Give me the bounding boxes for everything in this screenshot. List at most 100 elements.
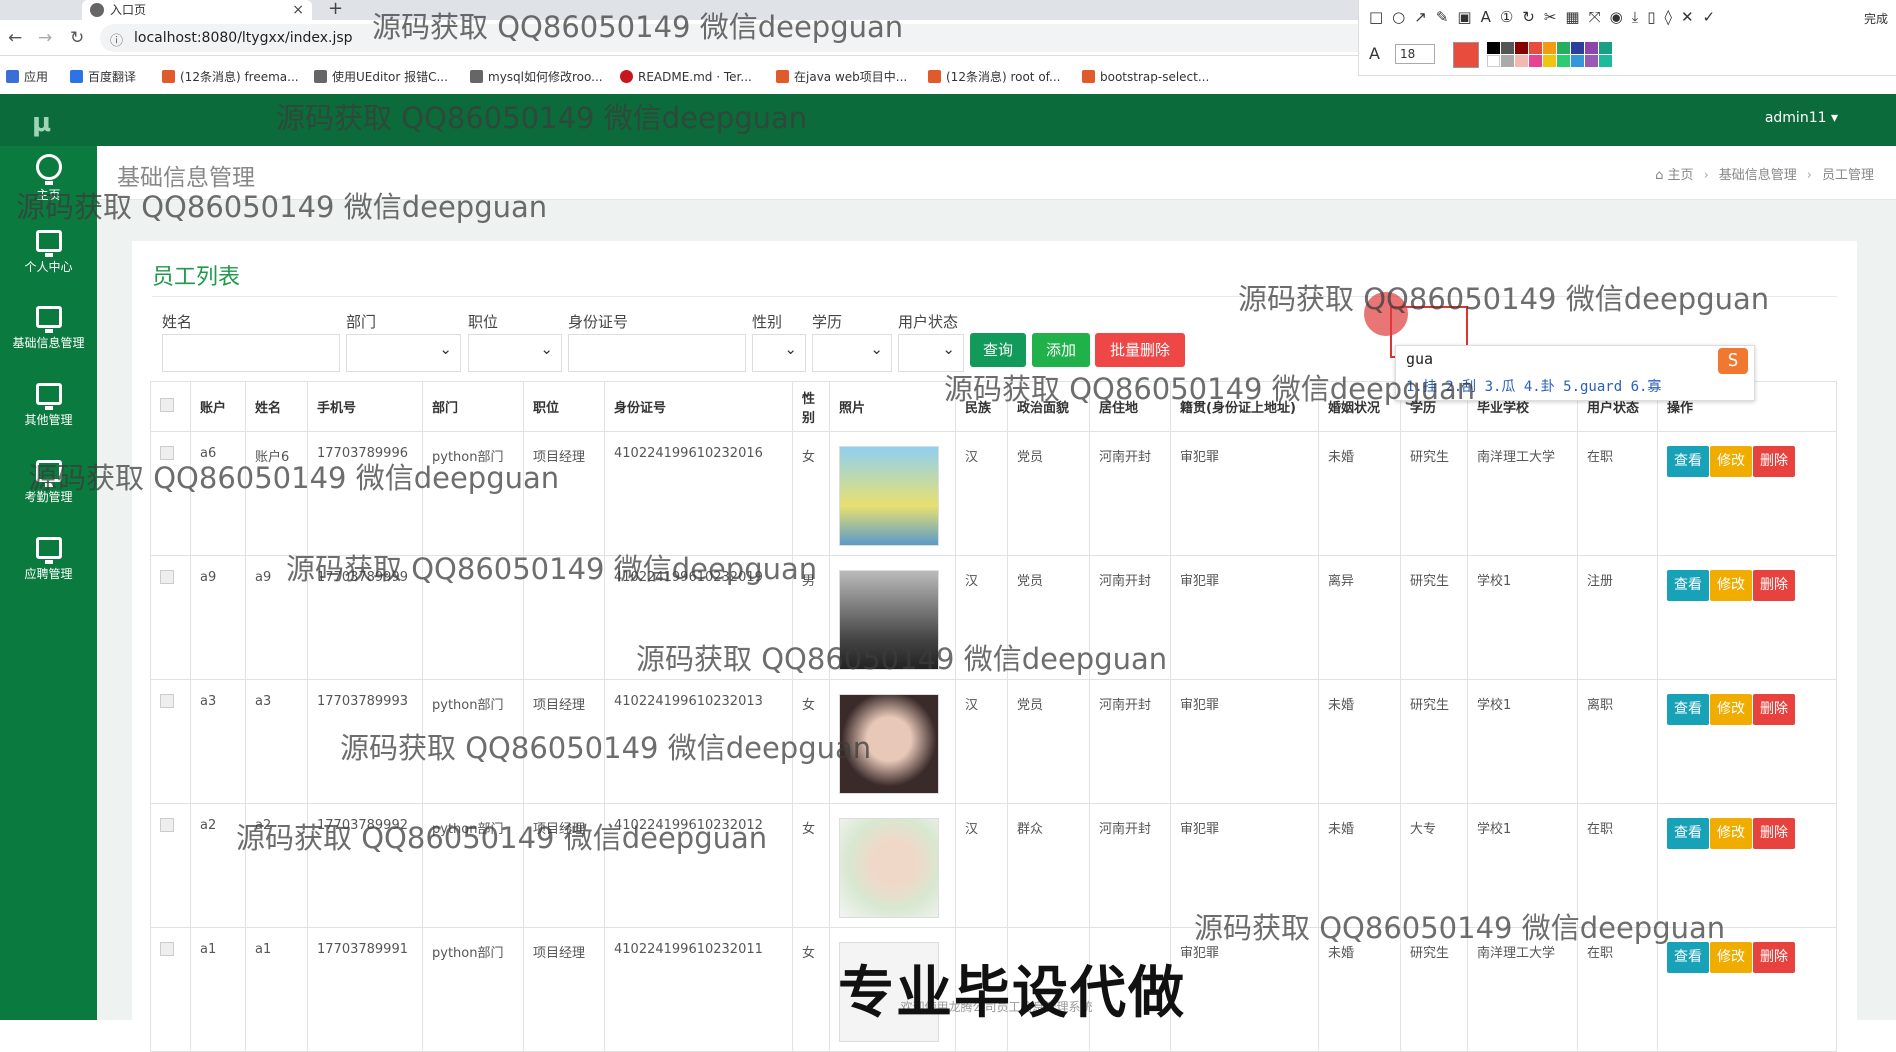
delete-button[interactable]: 删除: [1753, 694, 1795, 725]
sidebar-item-basic-info[interactable]: 基础信息管理: [0, 298, 97, 368]
sidebar-item-other[interactable]: 其他管理: [0, 375, 97, 445]
card-title: 员工列表: [152, 265, 241, 290]
cell-dept: python部门: [422, 927, 524, 1052]
sidebar-item-recruitment[interactable]: 应聘管理: [0, 529, 97, 599]
back-icon[interactable]: ←: [8, 28, 22, 48]
edit-button[interactable]: 修改: [1710, 570, 1752, 601]
view-button[interactable]: 查看: [1667, 446, 1709, 477]
edit-button[interactable]: 修改: [1710, 694, 1752, 725]
row-checkbox[interactable]: [160, 694, 174, 708]
breadcrumb-section[interactable]: 基础信息管理: [1719, 168, 1797, 183]
cell-residence: 河南开封: [1089, 431, 1171, 556]
delete-button[interactable]: 删除: [1753, 818, 1795, 849]
cell-idcard: 410224199610232016: [604, 431, 793, 556]
cell-residence: 河南开封: [1089, 679, 1171, 804]
bookmark-apps[interactable]: 应用: [6, 68, 48, 86]
font-size-select[interactable]: 18: [1395, 44, 1435, 64]
gitee-icon: [620, 70, 633, 83]
cell-school: 学校1: [1467, 679, 1578, 804]
reload-icon[interactable]: ↻: [70, 28, 84, 48]
col-phone: 手机号: [307, 381, 423, 432]
cell-gender: 女: [792, 927, 830, 1052]
sidebar: 主页 个人中心 基础信息管理 其他管理 考勤管理 应聘管理: [0, 146, 97, 1020]
current-color-swatch[interactable]: [1453, 42, 1479, 68]
page-icon: [1082, 70, 1095, 83]
gender-select[interactable]: [752, 334, 806, 372]
color-palette[interactable]: [1487, 42, 1612, 67]
delete-button[interactable]: 删除: [1753, 446, 1795, 477]
annotation-toolbar: □○↗✎▣A①↻✂▦⤧◉⤓▯◊✕✓ 完成 A 18: [1358, 0, 1896, 76]
dept-select[interactable]: [346, 334, 461, 372]
bookmark-item[interactable]: README.md · Ter...: [620, 68, 752, 86]
bookmark-item[interactable]: mysql如何修改roo...: [470, 68, 603, 86]
batch-delete-button[interactable]: 批量删除: [1095, 333, 1185, 367]
employee-photo: [839, 446, 939, 546]
cell-ethnic: 汉: [955, 679, 1008, 804]
close-icon[interactable]: ×: [292, 0, 304, 20]
app-logo: μ: [32, 108, 52, 138]
filter-label-idcard: 身份证号: [568, 313, 629, 331]
sidebar-item-profile[interactable]: 个人中心: [0, 222, 97, 292]
cell-origin: 审犯罪: [1170, 679, 1319, 804]
annotation-tools[interactable]: □○↗✎▣A①↻✂▦⤧◉⤓▯◊✕✓: [1369, 8, 1724, 26]
browser-tab[interactable]: 入口页 ×: [82, 0, 312, 20]
apps-icon: [6, 70, 19, 83]
cell-name: a3: [245, 679, 308, 804]
cell-name: a1: [245, 927, 308, 1052]
breadcrumb-home[interactable]: 主页: [1668, 168, 1694, 183]
view-button[interactable]: 查看: [1667, 694, 1709, 725]
select-all-checkbox[interactable]: [160, 397, 174, 412]
cell-origin: 审犯罪: [1170, 555, 1319, 680]
filter-label-name: 姓名: [162, 313, 193, 331]
bookmark-item[interactable]: (12条消息) freema...: [162, 68, 299, 86]
cell-edu: 研究生: [1400, 679, 1468, 804]
tab-title: 入口页: [110, 3, 147, 17]
user-menu[interactable]: admin11 ▾: [1765, 110, 1838, 126]
cell-ethnic: 汉: [955, 803, 1008, 928]
bookmark-item[interactable]: 使用UEditor 报错C...: [314, 68, 448, 86]
bookmark-item[interactable]: 在java web项目中...: [776, 68, 907, 86]
cell-gender: 女: [792, 803, 830, 928]
cell-ethnic: 汉: [955, 431, 1008, 556]
cell-status: 离职: [1577, 679, 1658, 804]
col-position: 职位: [523, 381, 605, 432]
done-button[interactable]: 完成: [1864, 10, 1888, 27]
bookmark-item[interactable]: 百度翻译: [70, 68, 136, 86]
query-button[interactable]: 查询: [970, 333, 1026, 367]
watermark: 源码获取 QQ86050149 微信deepguan: [16, 190, 548, 224]
row-checkbox[interactable]: [160, 942, 174, 956]
sogou-icon: S: [1718, 348, 1748, 374]
cell-marital: 未婚: [1318, 431, 1401, 556]
delete-button[interactable]: 删除: [1753, 570, 1795, 601]
bookmark-item[interactable]: (12条消息) root of...: [928, 68, 1060, 86]
page-icon: [314, 70, 327, 83]
bookmark-item[interactable]: bootstrap-select...: [1082, 68, 1209, 86]
position-select[interactable]: [468, 334, 562, 372]
col-photo: 照片: [829, 381, 956, 432]
watermark: 源码获取 QQ86050149 微信deepguan: [636, 642, 1168, 676]
info-icon[interactable]: ⓘ: [110, 30, 123, 49]
cell-account: a1: [190, 927, 246, 1052]
delete-button[interactable]: 删除: [1753, 942, 1795, 973]
forward-icon[interactable]: →: [38, 28, 52, 48]
idcard-input[interactable]: [568, 334, 746, 372]
row-checkbox[interactable]: [160, 570, 174, 584]
row-checkbox[interactable]: [160, 818, 174, 832]
view-button[interactable]: 查看: [1667, 570, 1709, 601]
globe-icon: [90, 3, 104, 17]
add-button[interactable]: 添加: [1032, 333, 1090, 367]
edit-button[interactable]: 修改: [1710, 446, 1752, 477]
filter-label-gender: 性别: [752, 313, 783, 331]
new-tab-icon[interactable]: +: [328, 0, 343, 20]
view-button[interactable]: 查看: [1667, 818, 1709, 849]
filter-label-position: 职位: [468, 313, 499, 331]
cell-idcard: 410224199610232011: [604, 927, 793, 1052]
col-gender: 性别: [792, 381, 830, 432]
filter-label-dept: 部门: [346, 313, 377, 331]
cell-marital: 未婚: [1318, 679, 1401, 804]
watermark: 源码获取 QQ86050149 微信deepguan: [286, 552, 818, 586]
edit-button[interactable]: 修改: [1710, 818, 1752, 849]
name-input[interactable]: [162, 334, 340, 372]
font-size-icon: A: [1369, 44, 1380, 63]
edu-select[interactable]: [812, 334, 892, 372]
